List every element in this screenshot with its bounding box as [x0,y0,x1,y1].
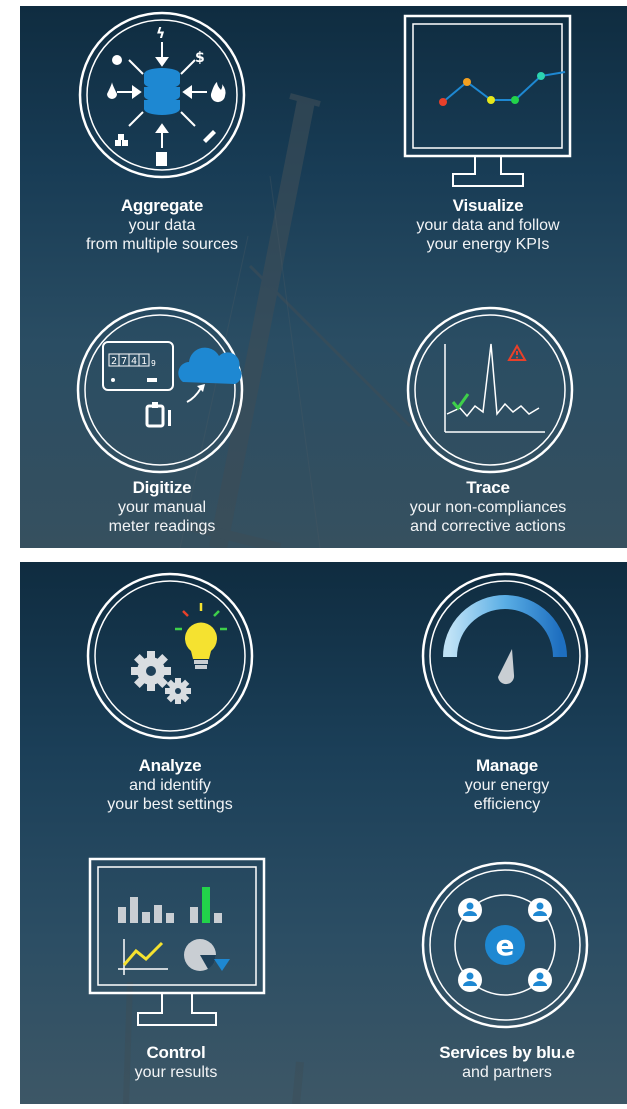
feature-line: your data [128,217,196,234]
feature-line: your best settings [107,796,233,813]
feature-title: Digitize [132,478,192,497]
gears-bulb-icon [86,572,254,740]
feature-title: Analyze [138,756,202,775]
feature-line: and partners [462,1064,552,1081]
database-icon: ϟ $ [78,11,246,179]
meter-digit: 4 [131,356,137,367]
feature-title: Manage [475,756,539,775]
feature-trace[interactable]: Trace your non-compliances and correctiv… [358,478,618,536]
feature-line: your energy KPIs [426,236,550,253]
meter-digit: 7 [121,356,127,367]
feature-analyze[interactable]: Analyze and identify your best settings [40,756,300,814]
meter-digit: 1 [141,356,147,367]
feature-title: Trace [466,478,510,497]
feature-line: your energy [464,777,550,794]
feature-line: from multiple sources [85,236,239,253]
network-people-icon: e [421,861,589,1029]
feature-control[interactable]: Control your results [46,1043,306,1082]
feature-digitize[interactable]: Digitize your manual meter readings [32,478,292,536]
line-chart-monitor-icon [403,14,572,187]
feature-title: Control [146,1043,206,1062]
feature-line: meter readings [108,518,216,535]
feature-visualize[interactable]: Visualize your data and follow your ener… [358,196,618,254]
feature-title: Services by blu.e [439,1043,575,1062]
feature-line: your non-compliances [409,499,567,516]
features-panel-bottom: Analyze and identify your best settings … [20,562,627,1104]
svg-text:ϟ: ϟ [156,26,165,42]
feature-line: efficiency [473,796,541,813]
feature-aggregate[interactable]: Aggregate your data from multiple source… [32,196,292,254]
dashboard-monitor-icon [88,857,266,1026]
feature-title: Visualize [452,196,524,215]
meter-digit: 9 [151,359,156,368]
gauge-icon [421,572,589,740]
svg-text:$: $ [195,50,205,66]
meter-cloud-icon: 2 7 4 1 9 [76,306,244,474]
blue-e-logo: e [496,929,515,962]
feature-line: your results [134,1064,218,1081]
feature-line: and identify [129,777,211,794]
feature-line: and corrective actions [410,518,566,535]
features-panel-top: ϟ $ Aggregate your data from multiple so… [20,6,627,548]
feature-services[interactable]: Services by blu.e and partners [377,1043,627,1082]
feature-manage[interactable]: Manage your energy efficiency [377,756,627,814]
feature-title: Aggregate [120,196,204,215]
meter-digit: 2 [111,356,117,367]
feature-line: your manual [117,499,207,516]
feature-line: your data and follow [416,217,560,234]
alert-peak-chart-icon [406,306,574,474]
